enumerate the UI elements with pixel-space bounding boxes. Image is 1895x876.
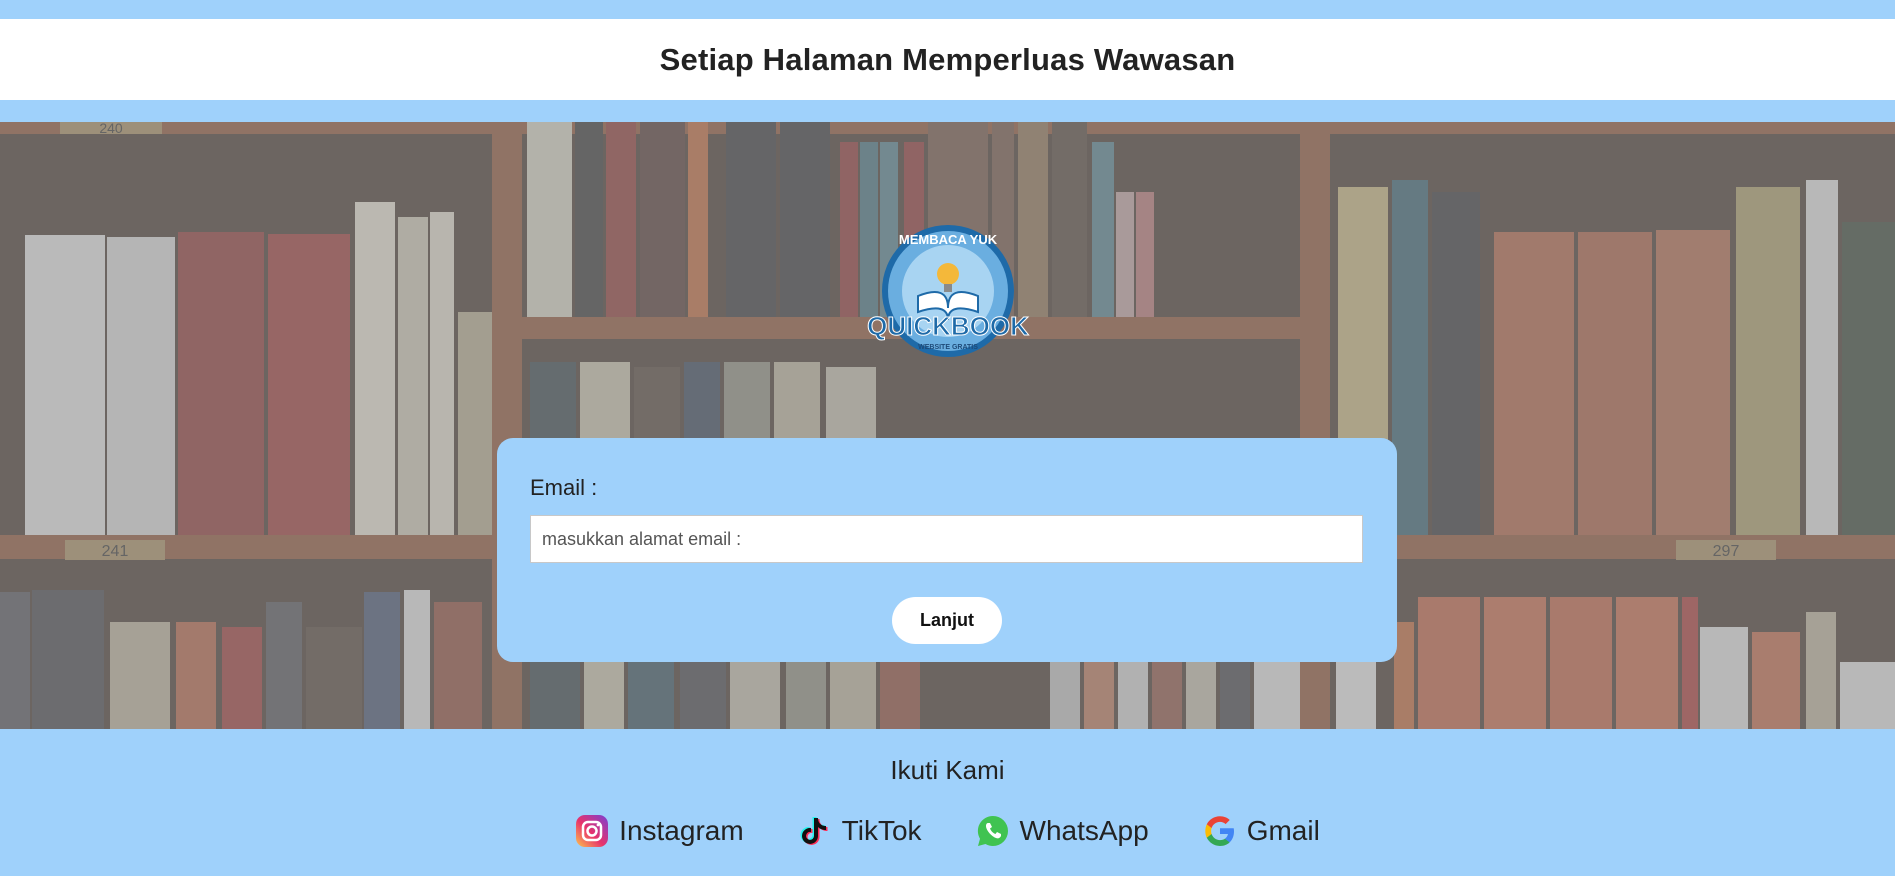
quickbook-logo: MEMBACA YUK QUICKBOOK WEBSITE GRATIS [867, 225, 1030, 357]
social-link-gmail[interactable]: Gmail [1203, 814, 1320, 848]
email-form-card: Email : Lanjut [497, 438, 1397, 662]
logo-tagline: MEMBACA YUK [899, 232, 998, 247]
social-link-instagram[interactable]: Instagram [575, 814, 744, 848]
email-label: Email : [530, 475, 598, 500]
social-label-instagram: Instagram [619, 815, 744, 846]
email-input[interactable] [530, 515, 1363, 563]
social-link-tiktok[interactable]: TikTok [798, 814, 922, 848]
instagram-icon [576, 815, 609, 847]
logo-subtext: WEBSITE GRATIS [918, 344, 978, 351]
page-footer: Ikuti Kami Instagram TikTok WhatsApp Gma… [0, 729, 1895, 876]
social-links: Instagram TikTok WhatsApp Gmail [0, 814, 1895, 848]
social-label-whatsapp: WhatsApp [1019, 815, 1149, 846]
follow-us-heading: Ikuti Kami [890, 755, 1005, 785]
social-link-whatsapp[interactable]: WhatsApp [976, 814, 1149, 848]
hero-banner: 240 241 297 [0, 122, 1895, 729]
whatsapp-icon [977, 815, 1008, 846]
social-label-gmail: Gmail [1246, 815, 1320, 846]
tiktok-icon [800, 817, 828, 845]
continue-button[interactable]: Lanjut [892, 597, 1002, 644]
gmail-icon [1205, 816, 1234, 846]
social-label-tiktok: TikTok [841, 815, 922, 846]
logo-brand: QUICKBOOK [867, 311, 1029, 341]
page-header: Setiap Halaman Memperluas Wawasan [0, 19, 1895, 100]
page-title: Setiap Halaman Memperluas Wawasan [659, 41, 1236, 77]
